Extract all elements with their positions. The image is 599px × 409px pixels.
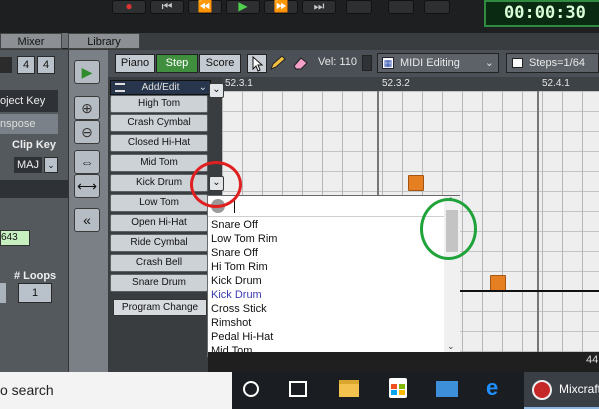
skip-end-button[interactable]: ⏭ (302, 0, 336, 14)
add-edit-button[interactable]: Add/Edit ⌄ (110, 80, 211, 95)
bottom-timeline-strip: 44 (208, 352, 599, 372)
dropdown-list: Snare Off Low Tom Rim Snare Off Hi Tom R… (208, 218, 444, 358)
play-clip-button[interactable]: ▶ (74, 60, 100, 84)
eraser-icon[interactable] (290, 54, 310, 73)
transport-bar: ● ⏮ ⏪ ▶ ⏩ ⏭ 00:00:30 (0, 0, 599, 33)
scroll-down-icon[interactable]: ⌄ (447, 341, 455, 352)
rewind-button[interactable]: ⏪ (188, 0, 222, 14)
steps-select[interactable]: Steps=1/64 (506, 53, 599, 73)
dropdown-item[interactable]: Cross Stick (208, 302, 444, 316)
record-button[interactable]: ● (112, 0, 146, 14)
drum-row-closed-hi-hat[interactable]: Closed Hi-Hat (110, 134, 208, 152)
pointer-icon[interactable] (247, 54, 267, 73)
panel-edge (0, 57, 12, 73)
drum-row-ride-cymbal[interactable]: Ride Cymbal (110, 234, 208, 252)
clip-key-label: Clip Key (12, 139, 57, 151)
drum-row-mid-tom[interactable]: Mid Tom (110, 154, 208, 172)
file-explorer-icon[interactable] (339, 380, 359, 397)
clip-key-value[interactable]: MAJ (14, 157, 42, 173)
taskbar-search[interactable]: o search (0, 372, 232, 409)
tab-step[interactable]: Step (156, 54, 198, 73)
dropdown-item[interactable]: Rimshot (208, 316, 444, 330)
expand-horizontal-icon[interactable]: ⇔ (74, 150, 100, 174)
dropdown-item[interactable]: Snare Off (208, 218, 444, 232)
zoom-out-icon[interactable]: ⊖ (74, 120, 100, 144)
tab-piano[interactable]: Piano (115, 54, 155, 73)
chevron-down-icon[interactable]: ⌄ (209, 83, 224, 98)
panel-edge-2 (0, 283, 6, 303)
chevron-down-icon[interactable]: ⌄ (44, 157, 58, 173)
tempo-field[interactable]: 643 (0, 230, 30, 246)
time-display: 00:00:30 (484, 0, 599, 27)
beat-line (537, 91, 539, 352)
mixcraft-window: ● ⏮ ⏪ ▶ ⏩ ⏭ 00:00:30 Mixer Library 4 4 o… (0, 0, 599, 409)
ruler-mark: 52.3.1 (225, 78, 253, 89)
dropdown-item[interactable]: Kick Drum (208, 274, 444, 288)
step-note[interactable] (408, 175, 424, 191)
edge-icon[interactable]: e (486, 377, 508, 400)
drum-row-high-tom[interactable]: High Tom (110, 95, 208, 113)
divider-line (460, 290, 599, 292)
bottom-mark: 44 (586, 354, 599, 366)
mail-icon[interactable] (436, 381, 458, 397)
left-panel: 4 4 oject Key nspose Clip Key MAJ ⌄ 643 … (0, 50, 68, 372)
ruler-mark: 52.3.2 (382, 78, 410, 89)
chevron-down-icon: ⌄ (198, 82, 207, 93)
fit-horizontal-icon[interactable]: ⟷ (74, 174, 100, 198)
mixcraft-logo-icon (532, 380, 552, 400)
add-edit-label: Add/Edit (141, 82, 180, 93)
program-change-button[interactable]: Program Change (113, 299, 207, 316)
drum-row-crash-cymbal[interactable]: Crash Cymbal (110, 114, 208, 132)
time-sig-numerator[interactable]: 4 (17, 56, 35, 74)
text-cursor (234, 200, 235, 213)
velocity-label[interactable]: Vel: 110 (318, 56, 357, 68)
dropdown-item[interactable]: Pedal Hi-Hat (208, 330, 444, 344)
ruler-mark: 52.4.1 (542, 78, 570, 89)
pencil-icon[interactable] (268, 54, 288, 73)
cortana-icon[interactable] (243, 381, 259, 397)
timeline-ruler[interactable]: 52.3.1 52.3.2 52.4.1 (222, 77, 599, 91)
section-divider (0, 180, 68, 198)
transpose-button[interactable]: nspose (0, 114, 58, 134)
tab-library[interactable]: Library (68, 33, 140, 49)
fast-forward-button[interactable]: ⏩ (264, 0, 298, 14)
tuner-icon[interactable] (424, 0, 450, 14)
collapse-icon[interactable]: « (74, 208, 100, 232)
annotation-red-circle (190, 161, 242, 208)
taskbar-search-text: o search (0, 382, 54, 398)
rewind-start-button[interactable]: ⏮ (150, 0, 184, 14)
drum-row-snare-drum[interactable]: Snare Drum (110, 274, 208, 292)
mode-select-value: MIDI Editing (400, 57, 460, 69)
steps-select-value: Steps=1/64 (529, 57, 585, 69)
loops-label: # Loops (14, 270, 57, 282)
menu-icon (115, 83, 125, 92)
task-view-icon[interactable] (289, 381, 307, 397)
mixcraft-taskbar-label: Mixcraft (559, 382, 599, 396)
mixcraft-taskbar-button[interactable]: Mixcraft (524, 372, 599, 409)
play-button[interactable]: ▶ (226, 0, 260, 14)
tab-mixer[interactable]: Mixer (0, 33, 62, 49)
drum-row-crash-bell[interactable]: Crash Bell (110, 254, 208, 272)
store-icon[interactable] (389, 378, 407, 398)
time-sig-denominator[interactable]: 4 (37, 56, 55, 74)
project-key-button[interactable]: oject Key (0, 90, 58, 112)
annotation-green-circle (420, 198, 477, 260)
dropdown-item[interactable]: Hi Tom Rim (208, 260, 444, 274)
mode-select[interactable]: ▦ MIDI Editing ⌄ (377, 53, 499, 73)
tab-score[interactable]: Score (199, 54, 241, 73)
dropdown-item-selected[interactable]: Kick Drum (208, 288, 444, 302)
loop-icon[interactable] (346, 0, 372, 14)
dropdown-search-field[interactable] (208, 196, 459, 217)
zoom-in-icon[interactable]: ⊕ (74, 96, 100, 120)
steps-icon (512, 58, 523, 68)
drum-row-open-hi-hat[interactable]: Open Hi-Hat (110, 214, 208, 232)
grid-icon: ▦ (382, 57, 394, 69)
step-note[interactable] (490, 275, 506, 291)
metronome-icon[interactable] (388, 0, 414, 14)
chevron-down-icon: ⌄ (484, 57, 494, 69)
velocity-spinner[interactable] (362, 55, 372, 71)
dropdown-item[interactable]: Snare Off (208, 246, 444, 260)
loops-field[interactable]: 1 (18, 283, 52, 303)
dropdown-item[interactable]: Low Tom Rim (208, 232, 444, 246)
